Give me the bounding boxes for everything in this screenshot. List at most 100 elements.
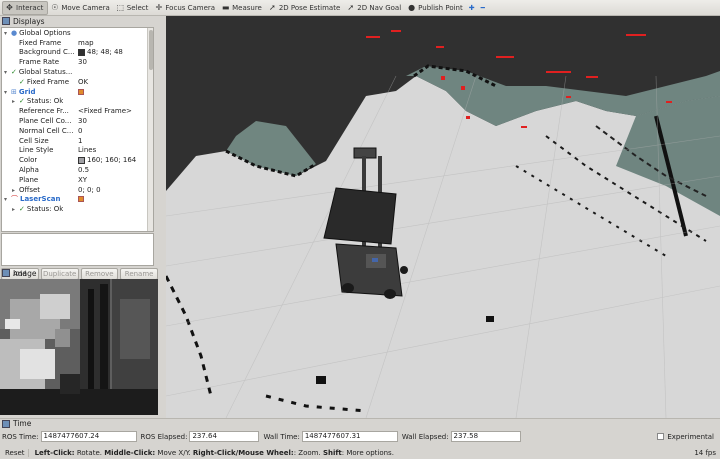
hint-text: Rotate. [74,448,105,457]
hint-key: Left-Click: [34,448,75,457]
image-panel-header: Image [0,268,160,278]
display-row[interactable]: ▸ ✓ Status: Ok [2,97,153,107]
hint-key: Right-Click/Mouse Wheel: [192,448,294,457]
display-row[interactable]: Cell Size 1 [2,136,153,146]
row-key: Line Style [19,146,54,155]
row-value[interactable]: 48; 48; 48 [87,48,123,56]
expand-down-icon[interactable]: ▾ [4,89,11,96]
select-icon: ⬚ [116,3,125,12]
publish-point-icon: ● [408,3,416,12]
tool-label: Measure [232,3,262,12]
experimental-checkbox[interactable] [657,433,665,440]
display-row[interactable]: Plane XY [2,175,153,185]
3d-viewport[interactable] [166,16,720,418]
color-swatch [78,48,85,56]
expand-right-icon[interactable]: ▸ [12,187,19,194]
expand-down-icon[interactable]: ▾ [4,196,11,203]
tool-measure[interactable]: ▬ Measure [219,1,266,15]
display-row[interactable]: ▸ ✓ Status: Ok [2,204,153,214]
tool-label: Interact [16,3,44,12]
wall-time-field[interactable]: 1487477607.31 [301,431,398,442]
enabled-checkbox[interactable] [78,196,84,203]
expand-right-icon[interactable]: ▸ [12,206,19,213]
reset-button[interactable]: Reset [2,448,29,457]
row-key: Alpha [19,166,39,175]
row-key: Cell Size [19,136,49,145]
ros-elapsed-field[interactable]: 237.64 [189,431,260,442]
clock-icon [2,419,10,428]
display-row[interactable]: ▾ ✓ Global Status... [2,67,153,77]
row-key: Plane [19,175,39,184]
row-value[interactable]: <Fixed Frame> [78,107,132,115]
wall-elapsed-field[interactable]: 237.58 [450,431,521,442]
focus-camera-icon: ✛ [155,3,163,12]
display-row[interactable]: Fixed Frame map [2,38,153,48]
tool-menu-icon[interactable]: ━ [479,1,489,15]
hint-text: : Zoom. [293,448,323,457]
display-row[interactable]: ▾ ⊞ Grid [2,87,153,97]
row-value[interactable]: 0; 0; 0 [78,186,101,194]
display-row[interactable]: ✓ Fixed Frame OK [2,77,153,87]
displays-title: Displays [13,16,45,26]
row-key: Color [19,156,38,165]
display-description [1,233,154,266]
measure-icon: ▬ [221,3,230,12]
display-row[interactable]: Frame Rate 30 [2,57,153,67]
globe-icon: ● [11,28,18,37]
display-row[interactable]: Reference Fr... <Fixed Frame> [2,106,153,116]
tool-interact[interactable]: ✥ Interact [2,0,49,15]
row-value[interactable]: 160; 160; 164 [87,156,136,164]
hint-text: Move X/Y. [155,448,193,457]
monitor-icon [2,17,10,25]
tool-2d-nav-goal[interactable]: ➚ 2D Nav Goal [344,1,405,15]
tool-focus-camera[interactable]: ✛ Focus Camera [152,1,219,15]
row-value[interactable]: 30 [78,58,87,66]
row-value[interactable]: 1 [78,137,82,145]
display-row[interactable]: Color 160; 160; 164 [2,155,153,165]
toolbar: ✥ Interact ☉ Move Camera ⬚ Select ✛ Focus Camer… [0,0,720,16]
tool-move-camera[interactable]: ☉ Move Camera [48,1,113,15]
wall-elapsed-label: Wall Elapsed: [401,432,449,441]
row-value[interactable]: OK [78,78,88,86]
row-value[interactable]: 30 [78,117,87,125]
experimental-label: Experimental [667,432,714,441]
image-title: Image [13,268,37,278]
depth-image [0,279,158,415]
row-value[interactable]: XY [78,176,87,184]
expand-down-icon[interactable]: ▾ [4,30,11,37]
display-row[interactable]: ▾ ⌒ LaserScan [2,195,153,205]
tool-select[interactable]: ⬚ Select [114,1,153,15]
expand-down-icon[interactable]: ▾ [4,69,11,76]
row-value[interactable]: 0 [78,127,82,135]
status-ok-icon: ✓ [19,97,25,106]
row-key: Background C... [19,48,75,57]
hint-text: : More options. [341,448,394,457]
laser-icon: ⌒ [11,195,18,204]
displays-tree[interactable]: ▾ ● Global Options Fixed Frame map Background… [1,27,154,232]
hint-key: Shift [322,448,342,457]
display-row[interactable]: Plane Cell Co... 30 [2,116,153,126]
enabled-checkbox[interactable] [78,88,84,95]
row-value[interactable]: map [78,39,94,47]
experimental-toggle[interactable]: Experimental [657,433,714,441]
tool-2d-pose-estimate[interactable]: ➚ 2D Pose Estimate [266,1,344,15]
ros-time-field[interactable]: 1487477607.24 [40,431,137,442]
expand-right-icon[interactable]: ▸ [12,98,19,105]
time-panel-title: Time [0,418,720,428]
interact-icon: ✥ [6,3,13,12]
tool-publish-point[interactable]: ● Publish Point [405,1,467,15]
row-value[interactable]: Lines [78,146,96,154]
display-row[interactable]: ▸ Offset 0; 0; 0 [2,185,153,195]
ros-time-label: ROS Time: [2,432,39,441]
display-row[interactable]: Alpha 0.5 [2,165,153,175]
row-value[interactable]: 0.5 [78,166,89,174]
tool-label: Select [126,3,149,12]
display-row[interactable]: Line Style Lines [2,146,153,156]
status-ok-icon: ✓ [19,205,25,214]
display-row[interactable]: Background C... 48; 48; 48 [2,48,153,58]
tree-scrollbar[interactable] [147,28,153,231]
time-title: Time [13,419,32,428]
display-row[interactable]: ▾ ● Global Options [2,28,153,38]
add-tool-icon[interactable]: ✚ [467,1,479,15]
display-row[interactable]: Normal Cell C... 0 [2,126,153,136]
